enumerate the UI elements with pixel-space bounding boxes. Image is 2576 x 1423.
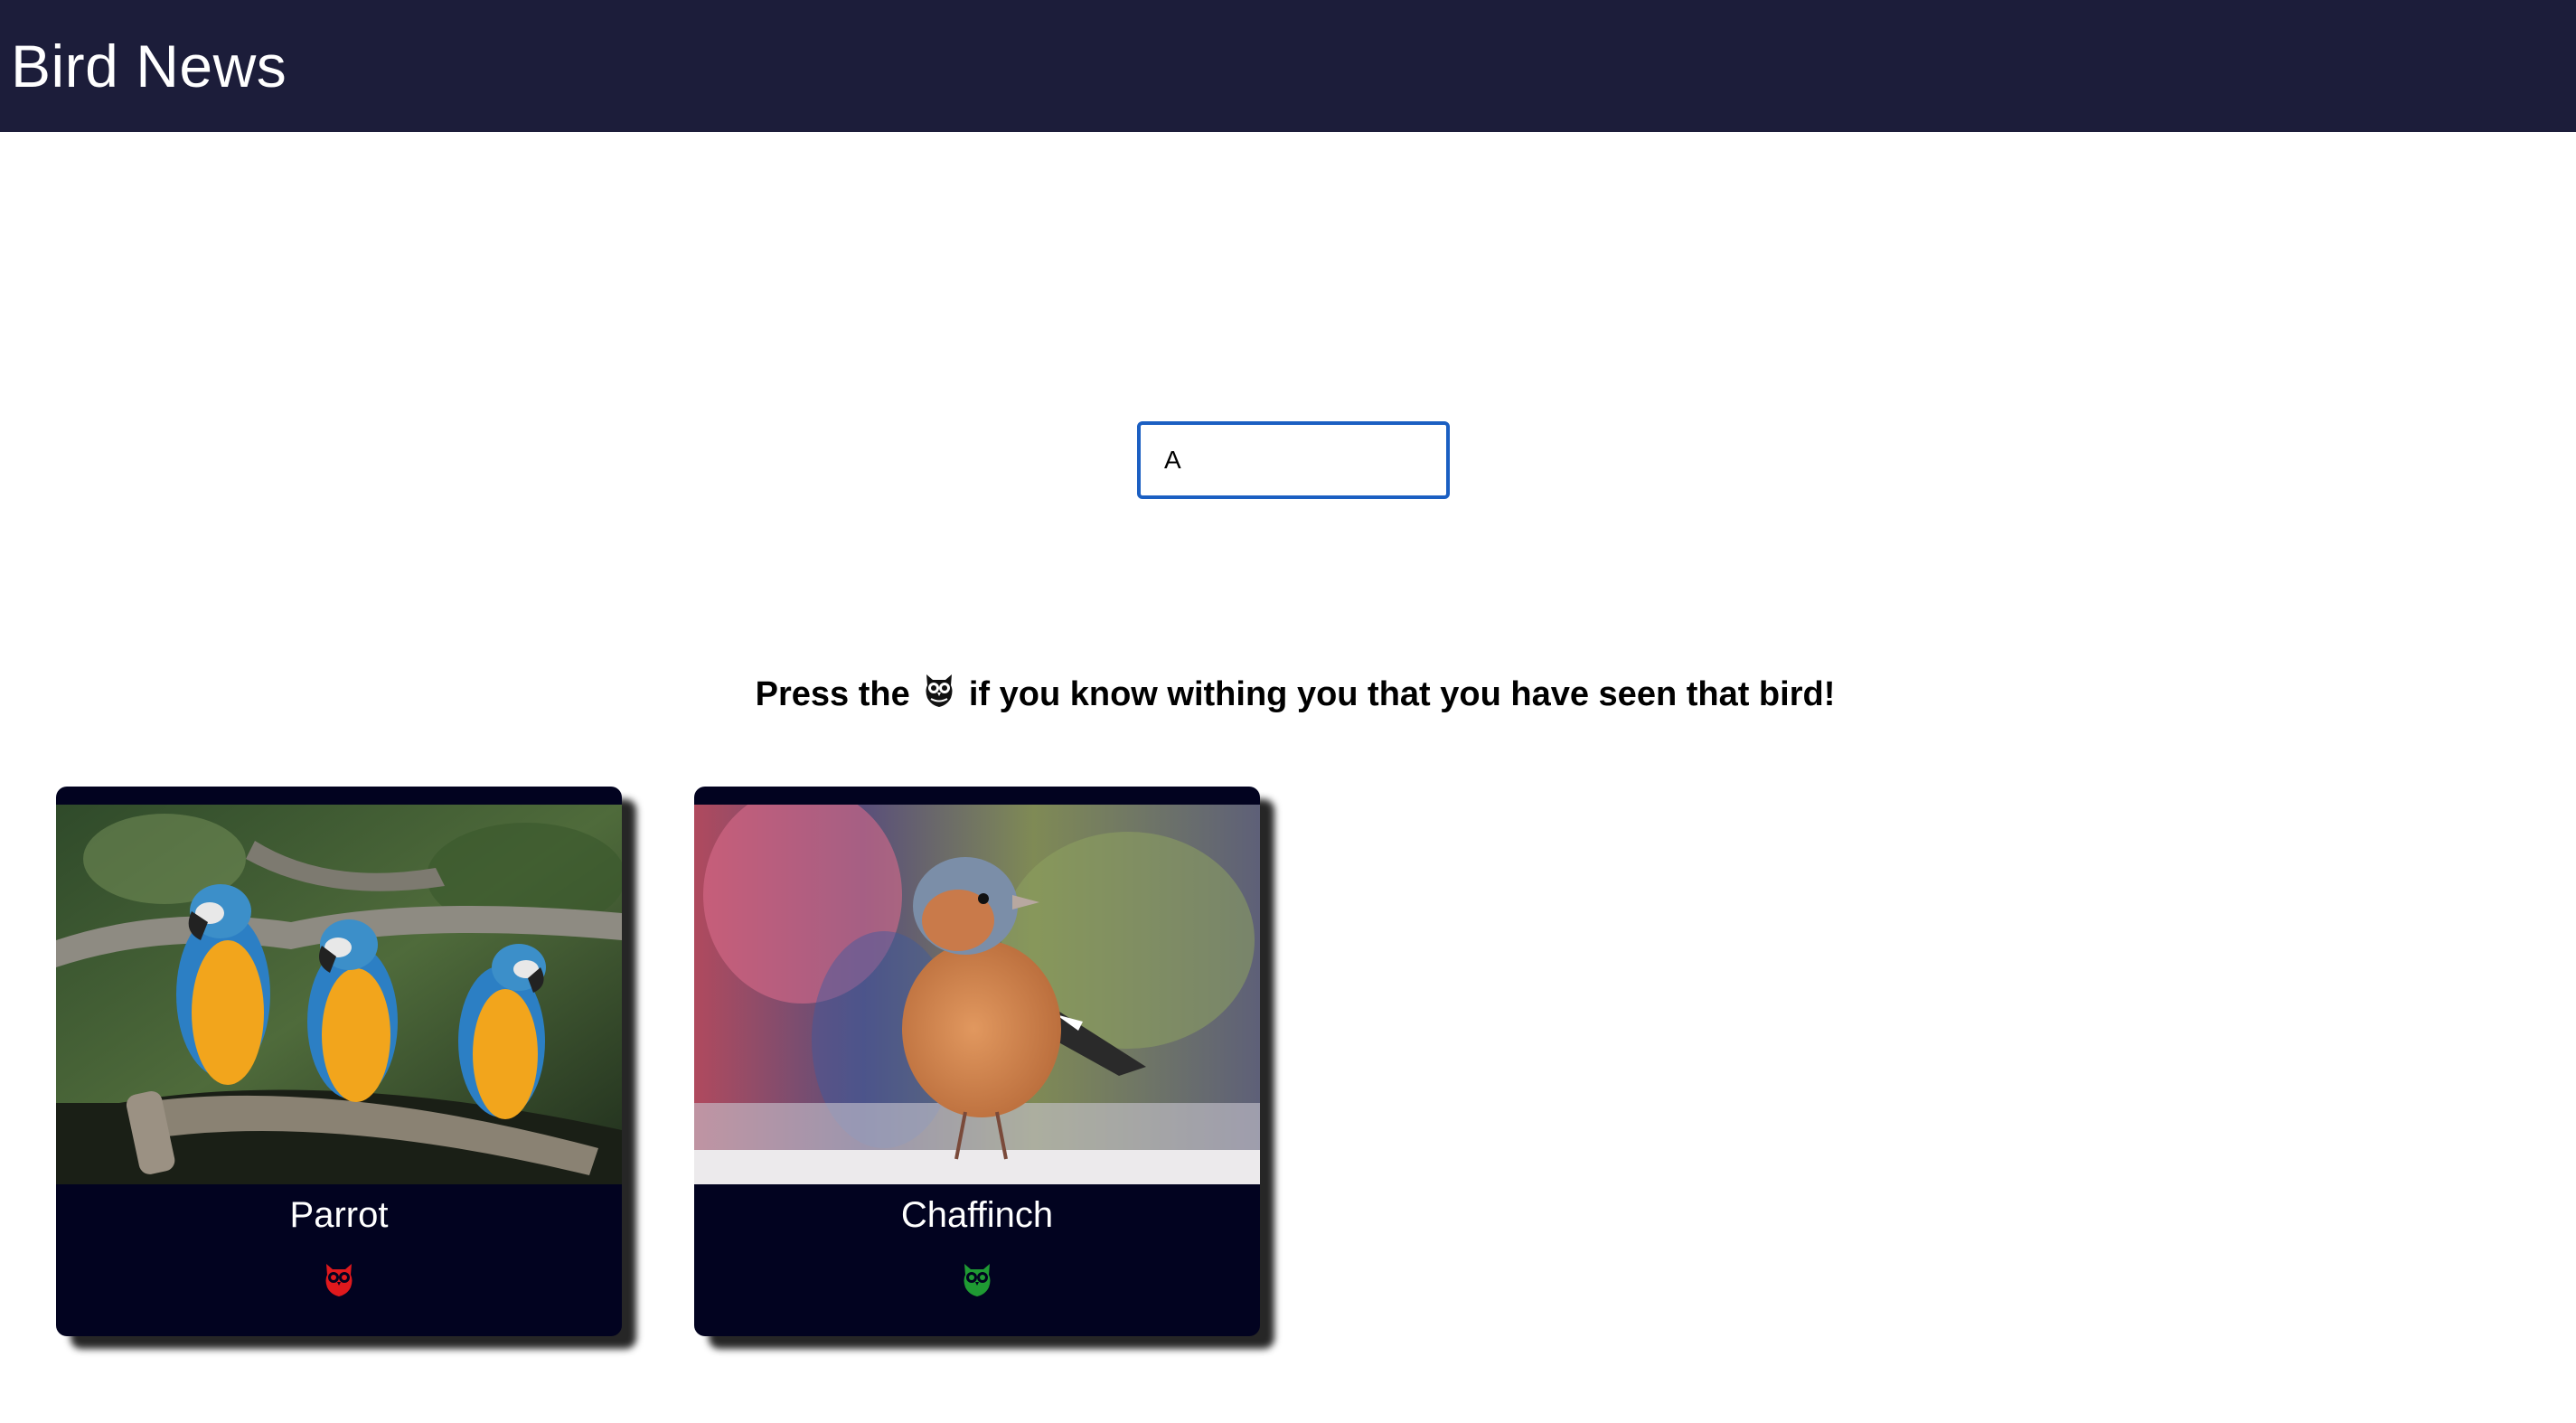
owl-icon[interactable] — [959, 1260, 995, 1298]
owl-icon — [926, 674, 953, 707]
bird-name: Chaffinch — [900, 1195, 1054, 1235]
app-header: Bird News — [0, 0, 2576, 132]
owl-icon[interactable] — [321, 1260, 357, 1298]
instruction-prefix: Press the — [755, 675, 910, 713]
instruction-suffix: if you know withing you that you have se… — [968, 675, 1836, 713]
app-title: Bird News — [11, 33, 287, 99]
instruction-text: Press the if you know withing you that y… — [0, 671, 2576, 714]
search-input[interactable] — [1137, 421, 1450, 499]
chaffinch-image — [694, 805, 1260, 1184]
parrot-image — [56, 805, 622, 1184]
bird-name: Parrot — [289, 1195, 389, 1235]
bird-card-parrot[interactable]: Parrot — [56, 787, 622, 1336]
bird-card-chaffinch[interactable]: Chaffinch — [694, 787, 1260, 1336]
